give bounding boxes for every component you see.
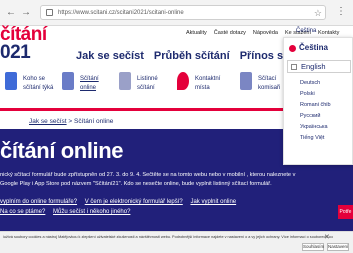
- map-pin-icon: [177, 72, 189, 90]
- language-option[interactable]: Українська: [300, 124, 328, 130]
- category-label-text: Kontaktní místa: [195, 76, 221, 91]
- language-option-selected[interactable]: Čeština: [289, 43, 349, 55]
- category-label-text: Koho se sčítání týká: [23, 76, 54, 91]
- language-option-english[interactable]: English: [287, 60, 351, 73]
- page-title: čítání online: [0, 138, 124, 163]
- category-label: Koho se sčítání týká: [23, 75, 53, 93]
- nav-census-progress[interactable]: Průběh sčítání: [154, 50, 230, 62]
- hero-link[interactable]: Můžu sečíst i někoho jiného?: [53, 209, 130, 215]
- browser-toolbar: ← → https://www.scitani.cz/scitani2021/s…: [0, 0, 353, 26]
- phone-icon: [62, 72, 74, 90]
- category-bar: Koho se sčítání týká Sčítání online List…: [0, 64, 290, 111]
- breadcrumb-current: > Sčítání online: [68, 118, 114, 125]
- hero-links: vyplním do online formuláře? V čem je el…: [0, 197, 310, 217]
- hero-link[interactable]: vyplním do online formuláře?: [0, 199, 77, 205]
- site-logo[interactable]: čítání 021: [0, 25, 47, 63]
- radio-selected-icon: [289, 45, 296, 52]
- top-menu-help[interactable]: Nápověda: [253, 30, 278, 36]
- hero-paragraph: nický sčítací formulář bude zpřístupněn …: [0, 172, 296, 187]
- category-label-text: Sčítání online: [80, 76, 99, 91]
- category-label: Kontaktní místa: [195, 75, 220, 93]
- checkbox-icon: [291, 64, 297, 70]
- top-menu-news[interactable]: Aktuality: [186, 30, 207, 36]
- cookie-accept-button[interactable]: Souhlasím: [302, 243, 324, 251]
- arrow-left-icon[interactable]: ←: [6, 7, 16, 19]
- language-option[interactable]: Русский: [300, 113, 320, 119]
- menu-dots-icon[interactable]: ⋮: [336, 6, 346, 18]
- hero-link[interactable]: Jak vyplnit online: [190, 199, 236, 205]
- language-selected-label: Čeština: [299, 43, 328, 52]
- top-menu-faq[interactable]: Časté dotazy: [214, 30, 246, 36]
- language-dropdown: Čeština English Deutsch Polski Romani čh…: [283, 37, 353, 165]
- category-label: Listinné sčítání: [137, 75, 158, 93]
- language-english-label: English: [301, 62, 326, 71]
- breadcrumb: Jak se sečíst > Sčítání online: [0, 115, 290, 129]
- logo-line2: 021: [0, 42, 31, 63]
- cookie-settings-button[interactable]: Nastavení: [327, 243, 349, 251]
- nav-how-to-count[interactable]: Jak se sečíst: [76, 50, 144, 62]
- language-toggle[interactable]: Čeština: [296, 27, 353, 37]
- language-option[interactable]: Tiếng Việt: [300, 135, 324, 141]
- person-badge-icon: [240, 72, 252, 90]
- language-option[interactable]: Polski: [300, 91, 315, 97]
- hero-link[interactable]: Na co se ptáme?: [0, 209, 45, 215]
- document-icon: [119, 72, 131, 90]
- language-toggle-label: Čeština: [296, 28, 317, 34]
- side-help-tab[interactable]: Potře: [338, 205, 353, 219]
- category-label: Sčítací komisaři: [258, 75, 280, 93]
- arrow-right-icon[interactable]: →: [21, 7, 31, 19]
- people-icon: [5, 72, 17, 90]
- category-label-text: Listinné sčítání: [137, 76, 158, 91]
- category-label-text: Sčítací komisaři: [258, 76, 281, 91]
- lock-icon: [46, 9, 53, 16]
- language-option[interactable]: Romani čhib: [300, 102, 331, 108]
- cookie-text: iužívá soubory cookies a nástroj Matějov…: [3, 235, 333, 239]
- category-label: Sčítání online: [80, 75, 99, 93]
- close-icon[interactable]: ✕: [324, 234, 330, 242]
- url-text[interactable]: https://www.scitani.cz/scitani2021/scita…: [58, 8, 184, 18]
- hero-link[interactable]: V čem je elektronický formulář lepší?: [85, 199, 183, 205]
- cookie-bar: iužívá soubory cookies a nástroj Matějov…: [0, 231, 353, 253]
- language-option[interactable]: Deutsch: [300, 80, 320, 86]
- breadcrumb-link[interactable]: Jak se sečíst: [29, 118, 67, 125]
- address-bar[interactable]: https://www.scitani.cz/scitani2021/scita…: [40, 5, 326, 20]
- bookmark-star-icon[interactable]: ☆: [314, 7, 322, 19]
